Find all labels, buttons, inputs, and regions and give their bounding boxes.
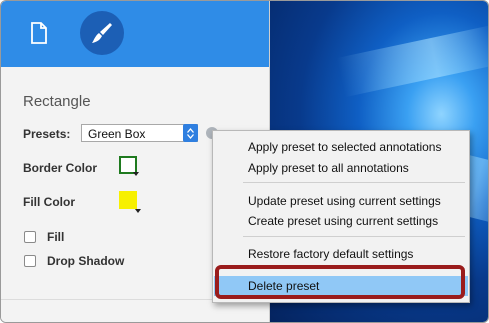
wallpaper-light-beam [336,24,488,98]
menu-separator [243,182,465,183]
border-color-swatch[interactable] [119,156,139,176]
drop-shadow-checkbox-label: Drop Shadow [47,254,125,268]
tool-bar [1,1,269,67]
menu-separator [243,236,465,237]
fill-color-label: Fill Color [23,195,75,209]
drop-shadow-checkbox[interactable] [24,255,36,267]
brush-icon [92,23,112,43]
dropdown-caret-icon [135,209,141,213]
menu-item-apply-all[interactable]: Apply preset to all annotations [214,158,468,178]
fill-color-swatch[interactable] [119,191,141,213]
fill-checkbox-label: Fill [47,230,65,244]
chevron-down-icon [187,133,194,139]
callout-highlight-ring [215,265,465,299]
dropdown-caret-icon [133,172,139,176]
section-title: Rectangle [23,93,91,110]
document-icon [31,22,47,44]
menu-item-create-preset[interactable]: Create preset using current settings [214,211,468,231]
menu-item-restore-defaults[interactable]: Restore factory default settings [214,244,468,264]
presets-select[interactable]: Green Box [81,124,198,142]
presets-spin-control[interactable] [183,124,198,142]
fill-checkbox[interactable] [24,231,36,243]
presets-label: Presets: [23,127,71,141]
style-tool-button[interactable] [80,11,124,55]
presets-value: Green Box [88,127,146,141]
chevron-up-icon [187,127,194,133]
menu-item-apply-selected[interactable]: Apply preset to selected annotations [214,137,468,157]
document-tool-button[interactable] [17,11,61,55]
border-color-label: Border Color [23,161,98,175]
app-window: Rectangle Presets: Green Box Border Colo… [0,0,489,323]
menu-item-update-preset[interactable]: Update preset using current settings [214,191,468,211]
